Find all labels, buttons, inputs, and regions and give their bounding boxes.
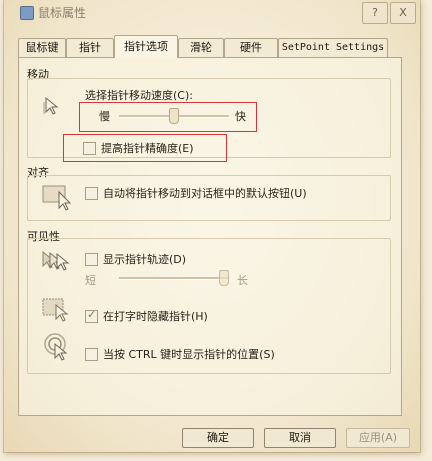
tab-setpoint-settings[interactable]: SetPoint Settings — [278, 38, 388, 57]
precision-checkbox[interactable] — [83, 141, 96, 155]
tab-pointer-options[interactable]: 指针选项 — [114, 35, 178, 58]
trails-label: 显示指针轨迹(D) — [103, 253, 187, 266]
hide-checkbox[interactable] — [85, 308, 98, 323]
window-title: 鼠标属性 — [38, 6, 87, 20]
dialog-window: 鼠标属性 ? X 鼠标键 指针 指针选项 滑轮 硬件 SetPoint Sett… — [4, 0, 420, 452]
tab-pointers[interactable]: 指针 — [66, 38, 114, 57]
trails-long-label: 长 — [237, 274, 248, 287]
close-button[interactable]: X — [390, 2, 416, 24]
speed-slider[interactable] — [119, 108, 229, 124]
trails-slider-track — [119, 277, 229, 280]
ctrl-checkbox[interactable] — [85, 347, 98, 361]
mouse-icon — [20, 6, 34, 20]
speed-label: 选择指针移动速度(C): — [85, 89, 193, 102]
pointer-speed-icon — [43, 96, 59, 115]
pointer-trails-icon — [42, 250, 70, 271]
title-bar: 鼠标属性 ? X — [14, 0, 416, 30]
hide-pointer-icon — [42, 298, 69, 322]
tab-panel: 移动 选择指针移动速度(C): 慢 快 提高指针精确度(E) 对齐 自动将指针移… — [18, 57, 402, 416]
fast-label: 快 — [235, 110, 246, 123]
tab-wheel[interactable]: 滑轮 — [178, 38, 224, 57]
tab-hardware[interactable]: 硬件 — [224, 38, 278, 57]
hide-checkbox-row[interactable]: 在打字时隐藏指针(H) — [85, 308, 208, 324]
snap-checkbox-row[interactable]: 自动将指针移动到对话框中的默认按钮(U) — [85, 185, 307, 201]
apply-button[interactable]: 应用(A) — [346, 428, 410, 448]
ctrl-label: 当按 CTRL 键时显示指针的位置(S) — [103, 348, 275, 361]
ok-button[interactable]: 确定 — [182, 428, 254, 448]
trails-slider-thumb[interactable] — [219, 270, 229, 286]
trails-length-slider[interactable] — [119, 270, 229, 286]
snap-checkbox[interactable] — [85, 186, 98, 200]
ctrl-checkbox-row[interactable]: 当按 CTRL 键时显示指针的位置(S) — [85, 346, 275, 362]
precision-label: 提高指针精确度(E) — [101, 142, 194, 155]
slow-label: 慢 — [99, 110, 110, 123]
trails-checkbox-row[interactable]: 显示指针轨迹(D) — [85, 251, 186, 267]
tab-buttons[interactable]: 鼠标键 — [18, 38, 66, 57]
trails-checkbox[interactable] — [85, 252, 98, 266]
show-location-icon — [44, 333, 68, 361]
cancel-button[interactable]: 取消 — [264, 428, 336, 448]
precision-checkbox-row[interactable]: 提高指针精确度(E) — [83, 140, 194, 156]
speed-slider-thumb[interactable] — [169, 108, 179, 124]
help-button[interactable]: ? — [362, 2, 388, 24]
snap-to-icon — [42, 185, 72, 211]
snap-label: 自动将指针移动到对话框中的默认按钮(U) — [103, 187, 307, 200]
trails-short-label: 短 — [85, 274, 96, 287]
hide-label: 在打字时隐藏指针(H) — [103, 310, 208, 323]
